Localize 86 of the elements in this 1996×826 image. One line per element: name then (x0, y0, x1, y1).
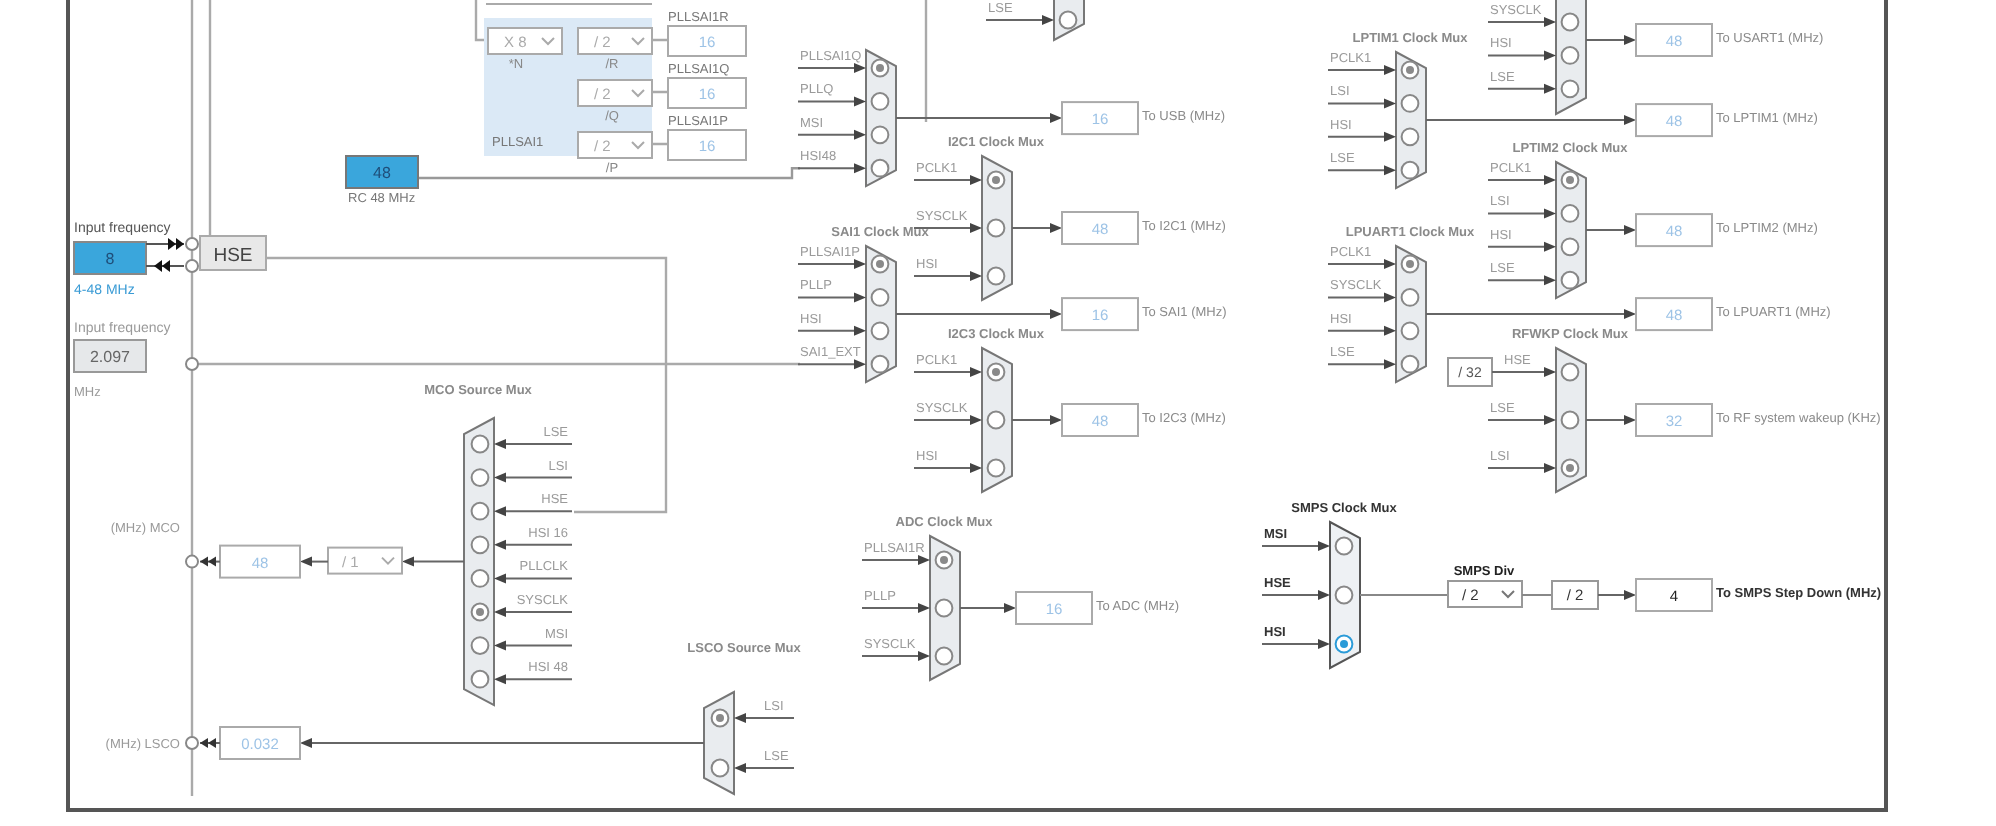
input-arrow (797, 325, 866, 336)
input-arrow (494, 472, 573, 483)
input-arrow (1327, 325, 1396, 336)
radio-button[interactable] (470, 434, 490, 454)
node-circle (185, 237, 199, 251)
input-arrow (1261, 639, 1330, 649)
connector-line (924, 0, 928, 122)
input-arrow (1491, 367, 1556, 377)
input-arrow (861, 651, 930, 661)
input-arrow (861, 555, 930, 565)
radio-button[interactable] (1334, 536, 1354, 556)
input-arrow (1487, 83, 1556, 94)
input-arrow (797, 259, 866, 269)
radio-button[interactable] (710, 758, 730, 778)
input-arrow (1327, 292, 1396, 303)
input-arrow (797, 129, 866, 140)
node-circle (185, 736, 199, 750)
input-arrow (494, 439, 573, 449)
input-arrow (1327, 165, 1396, 176)
input-arrow (1487, 275, 1556, 286)
input-arrow (734, 763, 795, 773)
radio-button[interactable] (470, 535, 490, 555)
input-arrow (1327, 259, 1396, 269)
input-arrow (913, 415, 982, 425)
input-arrow (494, 539, 573, 550)
input-arrow (494, 674, 573, 685)
input-arrow (1487, 208, 1556, 219)
output-arrow (402, 556, 465, 567)
input-arrow (734, 713, 795, 723)
input-arrow (1487, 463, 1556, 473)
radio-button[interactable] (470, 602, 490, 622)
output-arrow (1585, 415, 1636, 425)
input-arrow (913, 271, 982, 281)
input-arrow (861, 603, 930, 613)
input-arrow (1327, 359, 1396, 370)
input-arrow (1261, 590, 1330, 600)
input-arrow (1487, 175, 1556, 185)
input-arrow (494, 607, 573, 617)
arrow-icon (145, 260, 185, 272)
input-arrow (494, 573, 573, 584)
input-arrow (1327, 131, 1396, 142)
radio-button[interactable] (1334, 634, 1354, 654)
output-arrow (300, 556, 329, 567)
input-arrow (913, 463, 982, 473)
input-arrow (797, 359, 866, 370)
input-arrow (797, 63, 866, 73)
radio-button[interactable] (710, 708, 730, 728)
output-arrow (1011, 223, 1062, 233)
input-arrow (494, 640, 573, 651)
input-arrow (1261, 541, 1330, 551)
radio-button[interactable] (470, 669, 490, 689)
output-arrow (1597, 590, 1636, 600)
input-arrow (1487, 50, 1556, 61)
connector-line (474, 0, 488, 42)
input-arrow (797, 292, 866, 303)
input-arrow (913, 367, 982, 377)
radio-button[interactable] (470, 569, 490, 588)
input-arrow (985, 15, 1054, 25)
radio-button[interactable] (1334, 585, 1354, 605)
radio-button[interactable] (470, 468, 490, 487)
frequency-input-field[interactable]: 8 (73, 241, 147, 275)
output-arrow (1585, 225, 1636, 236)
radio-button[interactable] (470, 501, 490, 521)
input-arrow (494, 506, 573, 517)
input-arrow (797, 163, 866, 174)
hse-block: HSE (199, 235, 267, 271)
radio-button[interactable] (470, 636, 490, 655)
arrow-icon (145, 238, 185, 250)
arrow-icon (199, 738, 221, 748)
input-arrow (1487, 415, 1556, 425)
frequency-field: 48 (345, 155, 419, 189)
node-circle (185, 554, 199, 569)
input-arrow (1327, 65, 1396, 75)
connector-line (1521, 594, 1553, 596)
arrow-icon (199, 556, 221, 567)
input-arrow (1327, 98, 1396, 109)
input-arrow (913, 175, 982, 185)
node-circle (185, 259, 199, 273)
output-arrow (959, 603, 1016, 613)
output-arrow (1011, 415, 1062, 425)
connector-line (1359, 594, 1449, 596)
input-arrow (1487, 241, 1556, 252)
output-arrow (1585, 35, 1636, 45)
input-arrow (1487, 17, 1556, 27)
node-circle (185, 357, 199, 371)
input-arrow (797, 96, 866, 107)
